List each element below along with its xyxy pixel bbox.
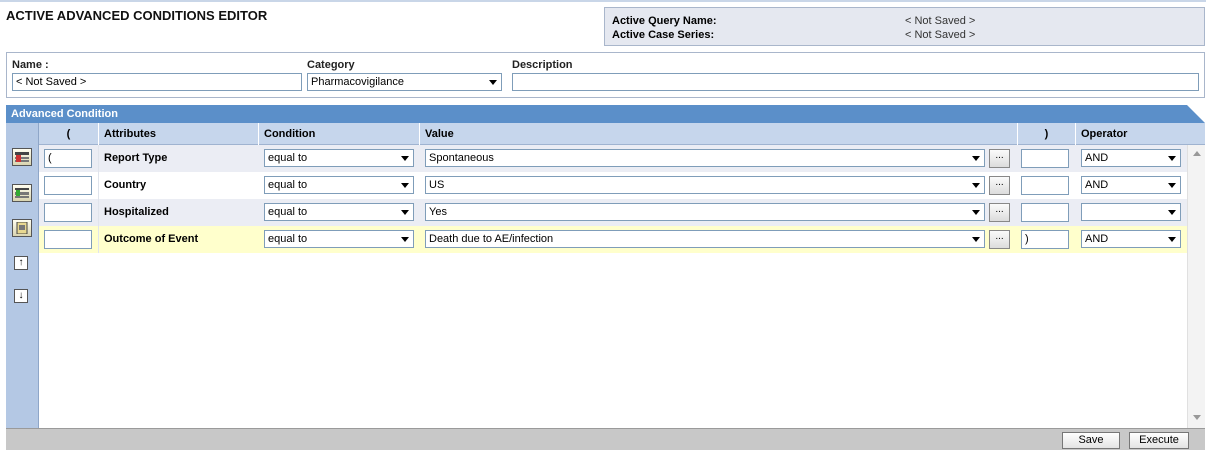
scroll-up-icon[interactable] [1193,151,1201,156]
column-condition: Condition [258,123,419,145]
active-query-label: Active Query Name: [612,15,717,27]
condition-select-value: equal to [268,206,308,218]
chevron-down-icon [972,156,980,161]
advanced-condition-header: Advanced Condition [6,105,1205,123]
table-row-selected: Outcome of Event equal to Death due to A… [39,226,1187,253]
column-close-paren: ) [1017,123,1075,145]
chevron-down-icon [401,237,409,242]
chevron-down-icon [1168,210,1176,215]
operator-select[interactable]: AND [1081,176,1181,194]
column-attributes: Attributes [98,123,258,145]
add-condition-button[interactable] [12,148,32,166]
chevron-down-icon [972,183,980,188]
open-paren-input[interactable] [44,176,92,195]
attribute-label: Report Type [98,145,258,172]
description-label: Description [512,59,573,71]
condition-select-value: equal to [268,152,308,164]
value-lookup-button[interactable]: ... [989,149,1010,168]
page-title: ACTIVE ADVANCED CONDITIONS EDITOR [6,8,268,23]
arrow-up-icon: ↑ [18,257,24,268]
attribute-label: Hospitalized [98,199,258,226]
open-paren-input[interactable]: ( [44,149,92,168]
group-icon [16,222,28,234]
scroll-down-icon[interactable] [1193,415,1201,420]
close-paren-input[interactable] [1021,203,1069,222]
close-paren-input[interactable] [1021,176,1069,195]
value-select-value: Death due to AE/infection [429,233,554,245]
value-select-value: US [429,179,445,191]
insert-row-icon [15,188,29,198]
value-select[interactable]: Death due to AE/infection [425,230,985,248]
value-select[interactable]: Yes [425,203,985,221]
chevron-down-icon [1168,156,1176,161]
chevron-down-icon [401,156,409,161]
chevron-down-icon [1168,237,1176,242]
open-paren-input[interactable] [44,230,92,249]
save-button[interactable]: Save [1062,432,1120,449]
column-value: Value [419,123,1017,145]
description-field[interactable] [512,73,1199,91]
category-select-value: Pharmacovigilance [311,76,404,88]
move-up-button[interactable]: ↑ [14,256,28,270]
chevron-down-icon [489,80,497,85]
value-select-value: Spontaneous [429,152,494,164]
active-info-panel: Active Query Name: < Not Saved > Active … [604,7,1205,46]
condition-select-value: equal to [268,233,308,245]
attribute-label: Outcome of Event [98,226,258,253]
query-details-bar: Name : < Not Saved > Category Pharmacovi… [6,52,1205,98]
name-label: Name : [12,59,49,71]
active-case-series-label: Active Case Series: [612,29,715,41]
column-open-paren: ( [66,128,71,140]
operator-select[interactable]: AND [1081,149,1181,167]
active-case-series-value: < Not Saved > [905,29,976,41]
condition-select[interactable]: equal to [264,176,414,194]
operator-select-value: AND [1085,233,1109,245]
value-select[interactable]: Spontaneous [425,149,985,167]
value-lookup-button[interactable]: ... [989,230,1010,249]
close-paren-input[interactable] [1021,149,1069,168]
condition-select[interactable]: equal to [264,203,414,221]
insert-condition-button[interactable] [12,184,32,202]
execute-button[interactable]: Execute [1129,432,1189,449]
condition-select[interactable]: equal to [264,230,414,248]
column-operator: Operator [1075,123,1205,145]
chevron-down-icon [1168,183,1176,188]
condition-select[interactable]: equal to [264,149,414,167]
active-query-value: < Not Saved > [905,15,976,27]
chevron-down-icon [972,210,980,215]
table-row: ( Report Type equal to Spontaneous ... A… [39,145,1187,172]
open-paren-input[interactable] [44,203,92,222]
operator-select-value: AND [1085,152,1109,164]
value-select-value: Yes [429,206,447,218]
add-row-icon [15,152,29,162]
table-row: Hospitalized equal to Yes ... [39,199,1187,226]
chevron-down-icon [401,210,409,215]
arrow-down-icon: ↓ [18,290,24,301]
top-border [0,0,1206,2]
chevron-down-icon [401,183,409,188]
close-paren-input[interactable]: ) [1021,230,1069,249]
value-lookup-button[interactable]: ... [989,176,1010,195]
condition-select-value: equal to [268,179,308,191]
action-rail: ↑ ↓ [6,123,39,428]
operator-select-value: AND [1085,179,1109,191]
group-condition-button[interactable] [12,219,32,237]
category-label: Category [307,59,355,71]
operator-select[interactable]: AND [1081,230,1181,248]
footer-bar: Save Execute [6,428,1205,450]
condition-table-header: ( Attributes Condition Value ) Operator [39,123,1205,145]
vertical-scrollbar[interactable] [1187,145,1205,428]
name-field[interactable]: < Not Saved > [12,73,302,91]
move-down-button[interactable]: ↓ [14,289,28,303]
attribute-label: Country [98,172,258,199]
chevron-down-icon [972,237,980,242]
operator-select[interactable] [1081,203,1181,221]
value-select[interactable]: US [425,176,985,194]
table-row: Country equal to US ... AND [39,172,1187,199]
category-select[interactable]: Pharmacovigilance [307,73,502,91]
value-lookup-button[interactable]: ... [989,203,1010,222]
condition-table: ( Report Type equal to Spontaneous ... A… [39,145,1187,428]
